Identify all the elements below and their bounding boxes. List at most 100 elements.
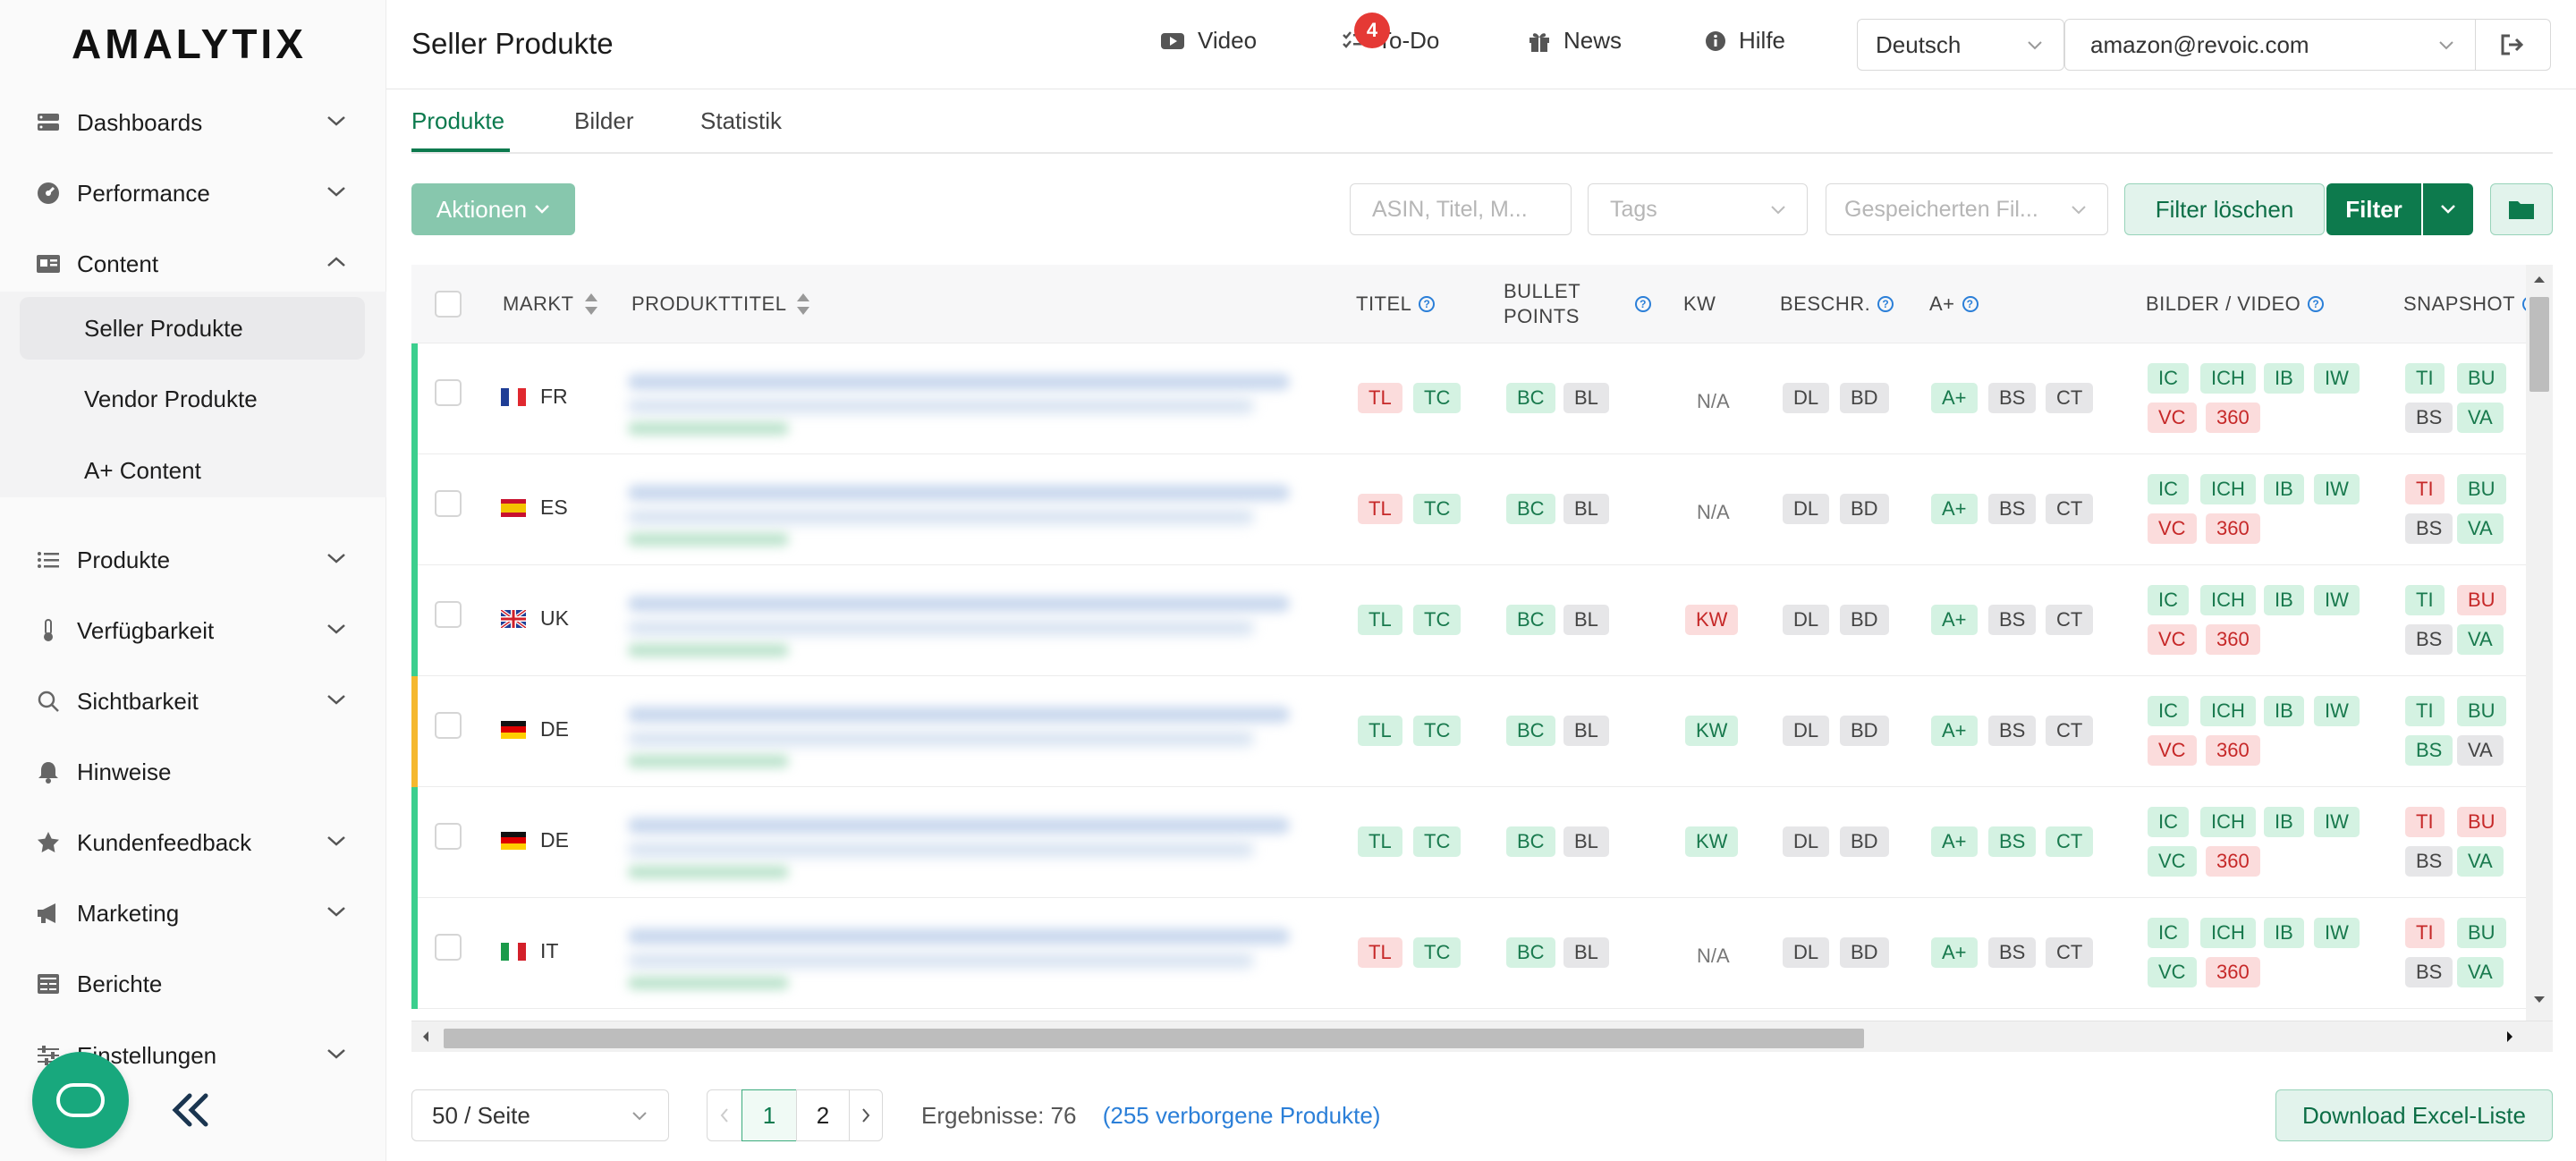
status-tag-bilder[interactable]: ICH <box>2200 585 2256 615</box>
status-tag-snapshot[interactable]: BU <box>2457 918 2506 948</box>
status-tag-snapshot[interactable]: TI <box>2405 918 2445 948</box>
status-tag-aplus[interactable]: CT <box>2046 383 2094 413</box>
status-tag-bilder[interactable]: IC <box>2148 918 2189 948</box>
language-select[interactable]: Deutsch <box>1857 19 2064 71</box>
hidden-products-link[interactable]: 255 verborgene Produkte <box>1110 1102 1372 1129</box>
status-tag-beschr[interactable]: DL <box>1783 826 1830 857</box>
status-tag-bullets[interactable]: BC <box>1506 826 1555 857</box>
status-tag-bilder[interactable]: IW <box>2314 474 2360 504</box>
table-row[interactable]: ES TL TC BC BL N/A DL BD A+ BS CT IC ICH IB IW VC 360 TI B… <box>411 454 2533 565</box>
product-title-redacted[interactable] <box>617 800 1315 889</box>
status-tag-aplus[interactable]: CT <box>2046 716 2094 746</box>
status-tag-bilder[interactable]: VC <box>2148 957 2197 987</box>
sidebar-subitem-seller-produkte[interactable]: Seller Produkte <box>20 297 365 360</box>
select-all-checkbox[interactable] <box>435 291 462 318</box>
status-tag-bilder[interactable]: VC <box>2148 735 2197 766</box>
status-tag-beschr[interactable]: BD <box>1840 937 1889 968</box>
status-tag-aplus[interactable]: BS <box>1988 383 2037 413</box>
horizontal-scroll-thumb[interactable] <box>444 1029 1864 1048</box>
download-excel-button[interactable]: Download Excel-Liste <box>2275 1089 2553 1141</box>
status-tag-beschr[interactable]: BD <box>1840 383 1889 413</box>
status-tag-bilder[interactable]: IB <box>2264 474 2304 504</box>
status-tag-bullets[interactable]: BL <box>1563 716 1609 746</box>
status-tag-snapshot[interactable]: TI <box>2405 474 2445 504</box>
status-tag-bilder[interactable]: IW <box>2314 363 2360 394</box>
status-tag-bilder[interactable]: ICH <box>2200 363 2256 394</box>
search-input[interactable]: ASIN, Titel, M... <box>1350 183 1572 235</box>
status-tag-aplus[interactable]: CT <box>2046 937 2094 968</box>
status-tag-snapshot[interactable]: BS <box>2405 624 2453 655</box>
news-link[interactable]: News <box>1528 27 1622 55</box>
status-tag-bilder[interactable]: ICH <box>2200 474 2256 504</box>
status-tag-bilder[interactable]: 360 <box>2206 513 2260 544</box>
status-tag-snapshot[interactable]: VA <box>2457 957 2504 987</box>
status-tag-titel[interactable]: TL <box>1358 494 1402 524</box>
status-tag-bilder[interactable]: 360 <box>2206 957 2260 987</box>
page-1-button[interactable]: 1 <box>741 1089 797 1141</box>
status-tag-beschr[interactable]: DL <box>1783 937 1830 968</box>
filter-dropdown-button[interactable] <box>2423 183 2473 235</box>
status-tag-kw[interactable]: KW <box>1685 605 1739 635</box>
status-tag-aplus[interactable]: CT <box>2046 605 2094 635</box>
status-tag-bullets[interactable]: BL <box>1563 383 1609 413</box>
status-tag-bilder[interactable]: IW <box>2314 807 2360 837</box>
saved-filters-folder-button[interactable] <box>2490 183 2553 235</box>
sidebar-item-marketing[interactable]: Marketing <box>0 885 386 942</box>
status-tag-beschr[interactable]: BD <box>1840 826 1889 857</box>
status-tag-aplus[interactable]: BS <box>1988 937 2037 968</box>
column-snapshot[interactable]: SNAPSHOT? <box>2403 265 2539 343</box>
row-checkbox[interactable] <box>435 823 462 850</box>
product-title-redacted[interactable] <box>617 911 1315 1000</box>
status-tag-aplus[interactable]: BS <box>1988 605 2037 635</box>
page-2-button[interactable]: 2 <box>796 1089 850 1141</box>
status-tag-bilder[interactable]: IB <box>2264 918 2304 948</box>
status-tag-bilder[interactable]: IB <box>2264 807 2304 837</box>
status-tag-snapshot[interactable]: BS <box>2405 735 2453 766</box>
status-tag-beschr[interactable]: BD <box>1840 716 1889 746</box>
status-tag-aplus[interactable]: A+ <box>1931 937 1978 968</box>
status-tag-titel[interactable]: TL <box>1358 716 1402 746</box>
status-tag-aplus[interactable]: BS <box>1988 494 2037 524</box>
horizontal-scrollbar[interactable] <box>411 1021 2553 1052</box>
help-link[interactable]: Hilfe <box>1705 27 1785 55</box>
status-tag-snapshot[interactable]: VA <box>2457 403 2504 433</box>
status-tag-snapshot[interactable]: TI <box>2405 363 2445 394</box>
column-beschr[interactable]: BESCHR.? <box>1780 265 1894 343</box>
status-tag-snapshot[interactable]: VA <box>2457 624 2504 655</box>
status-tag-bilder[interactable]: ICH <box>2200 696 2256 726</box>
status-tag-snapshot[interactable]: BS <box>2405 403 2453 433</box>
vertical-scrollbar[interactable] <box>2526 265 2553 1021</box>
status-tag-kw[interactable]: KW <box>1685 826 1739 857</box>
status-tag-bilder[interactable]: IC <box>2148 363 2189 394</box>
status-tag-beschr[interactable]: DL <box>1783 383 1830 413</box>
status-tag-bilder[interactable]: IB <box>2264 696 2304 726</box>
row-checkbox[interactable] <box>435 601 462 628</box>
status-tag-bilder[interactable]: IC <box>2148 585 2189 615</box>
status-tag-bullets[interactable]: BC <box>1506 605 1555 635</box>
row-checkbox[interactable] <box>435 379 462 406</box>
table-row[interactable]: UK TL TC BC BL KW DL BD A+ BS CT IC ICH IB IW VC 360 TI BU… <box>411 565 2533 676</box>
status-tag-snapshot[interactable]: BS <box>2405 513 2453 544</box>
chat-support-button[interactable] <box>32 1052 129 1148</box>
help-icon[interactable]: ? <box>1962 296 1979 312</box>
logout-button[interactable] <box>2474 19 2551 71</box>
column-aplus[interactable]: A+? <box>1929 265 1979 343</box>
status-tag-bilder[interactable]: VC <box>2148 624 2197 655</box>
collapse-sidebar-button[interactable] <box>170 1093 211 1131</box>
status-tag-bilder[interactable]: IB <box>2264 585 2304 615</box>
row-checkbox[interactable] <box>435 490 462 517</box>
status-tag-titel[interactable]: TL <box>1358 826 1402 857</box>
status-tag-titel[interactable]: TL <box>1358 383 1402 413</box>
status-tag-aplus[interactable]: A+ <box>1931 605 1978 635</box>
status-tag-bilder[interactable]: 360 <box>2206 846 2260 877</box>
status-tag-bilder[interactable]: IW <box>2314 696 2360 726</box>
column-bullet-points[interactable]: BULLET POINTS <box>1504 265 1580 343</box>
sidebar-item-berichte[interactable]: Berichte <box>0 955 386 1013</box>
status-tag-aplus[interactable]: CT <box>2046 494 2094 524</box>
help-icon[interactable]: ? <box>1877 296 1894 312</box>
table-row[interactable]: IT TL TC BC BL N/A DL BD A+ BS CT IC ICH IB IW VC 360 TI B… <box>411 898 2533 1009</box>
status-tag-beschr[interactable]: DL <box>1783 605 1830 635</box>
status-tag-snapshot[interactable]: BS <box>2405 846 2453 877</box>
next-page-button[interactable] <box>849 1089 883 1141</box>
status-tag-snapshot[interactable]: VA <box>2457 513 2504 544</box>
